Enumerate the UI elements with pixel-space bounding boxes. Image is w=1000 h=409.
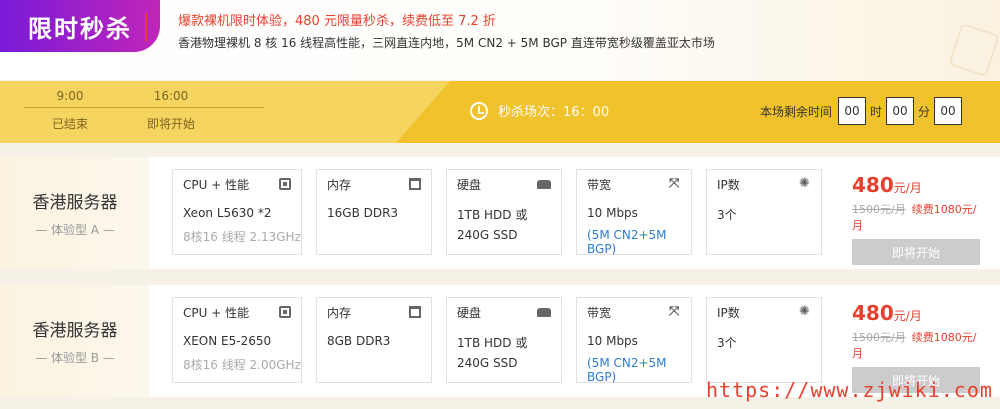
session-timeline: 9:00 已结束 16:00 即将开始 bbox=[0, 81, 450, 143]
spec-label: 内存 bbox=[327, 177, 352, 192]
current-session: 秒杀场次：16：00 bbox=[470, 101, 609, 120]
cpu-model: XEON E5-2650 bbox=[183, 334, 272, 348]
bandwidth-arrows-icon: ⤧ bbox=[669, 176, 680, 191]
product-name-panel: 香港服务器 — 体验型 B — bbox=[0, 285, 150, 397]
spec-bandwidth: 带宽 ⤧ 10 Mbps (5M CN2+5M BGP) bbox=[576, 169, 692, 256]
cpu-chip-icon bbox=[279, 306, 291, 318]
session-label: 秒杀场次：16：00 bbox=[498, 105, 610, 120]
cube-decoration-icon bbox=[948, 22, 1000, 78]
price-unit: 元/月 bbox=[893, 309, 922, 323]
spec-ip: IP数 ✺ 3个 bbox=[706, 169, 822, 255]
disk-line2: 240G SSD bbox=[457, 356, 518, 370]
spec-disk: 硬盘 1TB HDD 或 240G SSD bbox=[446, 169, 562, 255]
network-node-icon: ✺ bbox=[799, 176, 810, 191]
spec-cpu: CPU + 性能 XEON E5-2650 8核16 线程 2.00GHz bbox=[172, 297, 302, 383]
cpu-detail: 8核16 线程 2.00GHz bbox=[183, 358, 301, 372]
product-name-panel: 香港服务器 — 体验型 A — bbox=[0, 157, 150, 269]
product-type: — 体验型 B — bbox=[35, 351, 115, 365]
spec-cpu: CPU + 性能 Xeon L5630 *2 8核16 线程 2.13GHz bbox=[172, 169, 302, 255]
cpu-chip-icon bbox=[279, 178, 291, 190]
product-title: 香港服务器 bbox=[32, 321, 118, 341]
bandwidth-line1: 10 Mbps bbox=[587, 334, 638, 348]
flash-sale-title: 限时秒杀 bbox=[28, 14, 132, 43]
original-price: 1500元/月 bbox=[852, 203, 906, 216]
coming-soon-button[interactable]: 即将开始 bbox=[852, 239, 980, 265]
timeline-time: 9:00 bbox=[56, 89, 84, 103]
product-title: 香港服务器 bbox=[32, 193, 118, 213]
spec-disk: 硬盘 1TB HDD 或 240G SSD bbox=[446, 297, 562, 383]
price-unit: 元/月 bbox=[893, 181, 922, 195]
product-type: — 体验型 A — bbox=[35, 223, 115, 237]
banner-divider bbox=[145, 13, 147, 41]
spec-memory: 内存 8GB DDR3 bbox=[316, 297, 432, 383]
promo-text: 爆款裸机限时体验，480 元限量秒杀，续费低至 7.2 折 bbox=[178, 14, 496, 29]
disk-line1: 1TB HDD 或 bbox=[457, 336, 528, 350]
memory-icon bbox=[409, 306, 421, 318]
spec-label: 带宽 bbox=[587, 305, 612, 320]
bandwidth-arrows-icon: ⤧ bbox=[669, 304, 680, 319]
cpu-model: Xeon L5630 *2 bbox=[183, 206, 272, 220]
original-price: 1500元/月 bbox=[852, 331, 906, 344]
minutes-unit: 分 bbox=[917, 104, 930, 119]
memory-value: 8GB DDR3 bbox=[327, 334, 391, 348]
product-row-a: 香港服务器 — 体验型 A — CPU + 性能 Xeon L5630 *2 8… bbox=[0, 157, 1000, 269]
spec-memory: 内存 16GB DDR3 bbox=[316, 169, 432, 255]
spec-label: IP数 bbox=[717, 177, 740, 192]
spec-label: 硬盘 bbox=[457, 177, 482, 192]
countdown-label: 本场剩余时间 bbox=[759, 104, 832, 119]
ip-value: 3个 bbox=[717, 208, 737, 222]
timeline-status: 已结束 bbox=[51, 117, 88, 131]
spec-label: CPU + 性能 bbox=[183, 305, 250, 320]
site-watermark: https://www.zjwiki.com bbox=[706, 378, 993, 402]
promo-banner: 限时秒杀 爆款裸机限时体验，480 元限量秒杀，续费低至 7.2 折 香港物理裸… bbox=[0, 0, 1000, 80]
price-amount: 480 bbox=[852, 301, 894, 325]
spec-ip: IP数 ✺ 3个 bbox=[706, 297, 822, 383]
countdown-hours: 00 bbox=[837, 97, 866, 125]
spec-label: 硬盘 bbox=[457, 305, 482, 320]
promo-description: 香港物理裸机 8 核 16 线程高性能，三网直连内地，5M CN2 + 5M B… bbox=[178, 36, 715, 50]
spec-label: CPU + 性能 bbox=[183, 177, 250, 192]
bandwidth-line2: (5M CN2+5M BGP) bbox=[587, 228, 667, 256]
spec-label: IP数 bbox=[717, 305, 740, 320]
countdown-seconds: 00 bbox=[934, 97, 962, 125]
network-node-icon: ✺ bbox=[799, 304, 810, 319]
price-box: 480元/月 1500元/月 续费1080元/月 即将开始 bbox=[852, 173, 982, 265]
hard-disk-icon bbox=[537, 307, 551, 317]
price: 480元/月 bbox=[852, 173, 982, 197]
bandwidth-line1: 10 Mbps bbox=[587, 206, 638, 220]
timeline-status: 即将开始 bbox=[146, 117, 195, 131]
cpu-detail: 8核16 线程 2.13GHz bbox=[183, 230, 301, 244]
hours-unit: 时 bbox=[869, 104, 882, 119]
timeline-time: 16:00 bbox=[153, 89, 189, 103]
countdown-minutes: 00 bbox=[885, 97, 914, 125]
timeline-slot-0900[interactable]: 9:00 已结束 bbox=[30, 81, 110, 132]
ip-value: 3个 bbox=[717, 336, 737, 350]
disk-line1: 1TB HDD 或 bbox=[457, 208, 528, 222]
spec-label: 内存 bbox=[327, 305, 352, 320]
spec-bandwidth: 带宽 ⤧ 10 Mbps (5M CN2+5M BGP) bbox=[576, 297, 692, 384]
countdown-bar: 9:00 已结束 16:00 即将开始 秒杀场次：16：00 本场剩余时间 00… bbox=[0, 81, 1000, 143]
bandwidth-line2: (5M CN2+5M BGP) bbox=[587, 356, 667, 384]
flash-sale-tag: 限时秒杀 bbox=[0, 0, 160, 52]
spec-label: 带宽 bbox=[587, 177, 612, 192]
memory-icon bbox=[409, 178, 421, 190]
hard-disk-icon bbox=[537, 179, 551, 189]
alarm-clock-icon bbox=[470, 101, 488, 120]
price-amount: 480 bbox=[852, 173, 894, 197]
memory-value: 16GB DDR3 bbox=[327, 206, 399, 220]
countdown-timer: 本场剩余时间 00 时 00 分 00 bbox=[760, 97, 966, 125]
timeline-slot-1600[interactable]: 16:00 即将开始 bbox=[131, 81, 211, 132]
price: 480元/月 bbox=[852, 301, 982, 325]
disk-line2: 240G SSD bbox=[457, 228, 518, 242]
